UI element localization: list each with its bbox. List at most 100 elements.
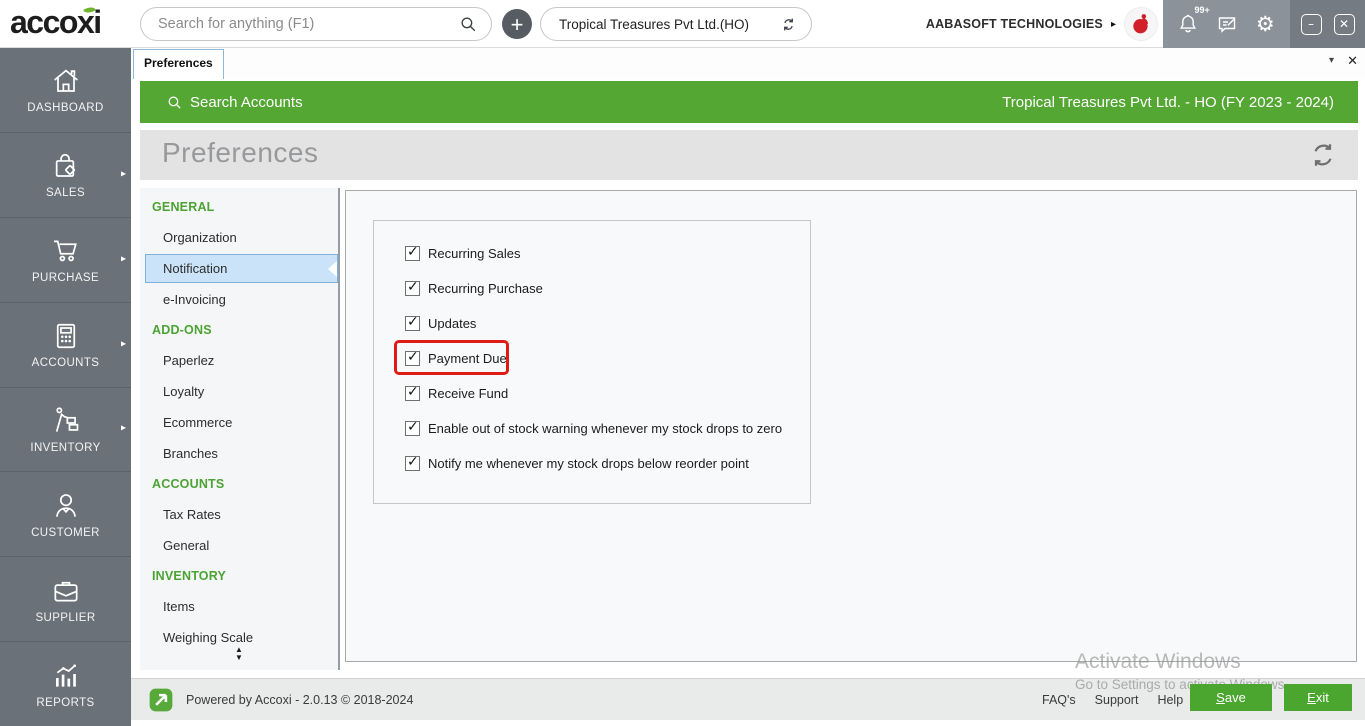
user-menu[interactable]: AABASOFT TECHNOLOGIES ▸ [926, 0, 1158, 48]
faqs-link[interactable]: FAQ's [1042, 693, 1076, 707]
checkbox-row-recurring-purchase: Recurring Purchase [374, 271, 810, 306]
hand-truck-icon [50, 405, 82, 437]
search-accounts-label: Search Accounts [190, 94, 303, 111]
title-band: Preferences [140, 130, 1358, 180]
nav-item-notification[interactable]: Notification [145, 254, 338, 283]
submenu-arrow-icon: ▸ [121, 423, 126, 434]
avatar [1124, 7, 1158, 41]
tab-strip: Preferences ▾ ✕ [131, 48, 1365, 79]
tab-list-dropdown-icon[interactable]: ▾ [1329, 55, 1334, 66]
notifications-bell-icon[interactable]: 99+ [1174, 10, 1202, 38]
nav-item-paperlez[interactable]: Paperlez [140, 345, 338, 376]
nav-item-loyalty[interactable]: Loyalty [140, 376, 338, 407]
sidebar: DASHBOARD SALES ▸ PURCHASE ▸ [0, 48, 131, 726]
tab-preferences[interactable]: Preferences [133, 49, 224, 79]
nav-section-accounts: ACCOUNTS [140, 469, 338, 499]
nav-section-add-ons: ADD-ONS [140, 315, 338, 345]
avatar-bird-icon [1128, 11, 1154, 37]
company-fiscal-year: Tropical Treasures Pvt Ltd. - HO (FY 202… [1002, 94, 1358, 111]
sidebar-item-purchase[interactable]: PURCHASE ▸ [0, 218, 131, 303]
exit-button[interactable]: Exit [1284, 684, 1352, 711]
sidebar-item-dashboard[interactable]: DASHBOARD [0, 48, 131, 133]
checkbox-row-recurring-sales: Recurring Sales [374, 236, 810, 271]
bar-chart-icon [50, 660, 82, 692]
chevron-right-icon: ▸ [1111, 19, 1116, 30]
close-window-icon[interactable]: ✕ [1334, 14, 1355, 35]
checkbox-row-reorder-point-notify: Notify me whenever my stock drops below … [374, 446, 810, 481]
tab-close-icon[interactable]: ✕ [1347, 53, 1358, 69]
reorder-point-notify-checkbox[interactable] [405, 456, 420, 471]
sidebar-item-customer[interactable]: CUSTOMER [0, 472, 131, 557]
submenu-arrow-icon: ▸ [121, 253, 126, 264]
topbar: accoxi + Tropical Treasures Pvt Ltd.(HO)… [0, 0, 1365, 48]
sidebar-item-inventory[interactable]: INVENTORY ▸ [0, 388, 131, 473]
sidebar-item-reports[interactable]: REPORTS [0, 642, 131, 726]
out-of-stock-warning-checkbox[interactable] [405, 421, 420, 436]
preferences-nav-list: GENERAL Organization Notification e-Invo… [140, 188, 338, 662]
green-header-bar: Search Accounts Tropical Treasures Pvt L… [140, 81, 1358, 123]
shopping-bag-icon [50, 150, 82, 182]
search-input[interactable] [141, 16, 459, 32]
page-title: Preferences [162, 137, 318, 169]
recurring-sales-checkbox[interactable] [405, 246, 420, 261]
search-accounts[interactable]: Search Accounts [140, 94, 303, 111]
payment-due-checkbox[interactable] [405, 351, 420, 366]
nav-item-e-invoicing[interactable]: e-Invoicing [140, 284, 338, 315]
app-window: accoxi + Tropical Treasures Pvt Ltd.(HO)… [0, 0, 1365, 726]
logo-text: acco [10, 4, 77, 40]
topbar-icon-tray: 99+ ⚙ [1163, 0, 1290, 48]
switch-company-icon [779, 15, 798, 34]
user-name: AABASOFT TECHNOLOGIES [926, 17, 1103, 31]
sidebar-item-supplier[interactable]: SUPPLIER [0, 557, 131, 642]
sidebar-item-sales[interactable]: SALES ▸ [0, 133, 131, 218]
refresh-icon[interactable] [1308, 140, 1338, 170]
checkbox-row-receive-fund: Receive Fund [374, 376, 810, 411]
powered-by-text: Powered by Accoxi - 2.0.13 © 2018-2024 [186, 679, 413, 721]
notification-settings-panel: Recurring Sales Recurring Purchase Updat… [345, 190, 1357, 662]
nav-section-general: GENERAL [140, 192, 338, 222]
footer-links: FAQ's Support Help [1042, 679, 1183, 721]
nav-section-inventory: INVENTORY [140, 561, 338, 591]
nav-item-organization[interactable]: Organization [140, 222, 338, 253]
company-selector-label: Tropical Treasures Pvt Ltd.(HO) [541, 17, 779, 32]
checkbox-row-out-of-stock-warning: Enable out of stock warning whenever my … [374, 411, 810, 446]
accoxi-footer-logo [148, 687, 174, 713]
checkbox-row-payment-due: Payment Due [374, 341, 810, 376]
preferences-nav: GENERAL Organization Notification e-Invo… [140, 188, 338, 670]
shopping-cart-icon [50, 235, 82, 267]
minimize-icon[interactable]: – [1301, 14, 1322, 35]
home-icon [50, 65, 82, 97]
nav-content-divider [338, 188, 340, 670]
person-icon [50, 490, 82, 522]
receive-fund-checkbox[interactable] [405, 386, 420, 401]
submenu-arrow-icon: ▸ [121, 168, 126, 179]
search-icon[interactable] [459, 15, 478, 34]
help-link[interactable]: Help [1157, 693, 1183, 707]
sidebar-item-accounts[interactable]: ACCOUNTS ▸ [0, 303, 131, 388]
nav-item-ecommerce[interactable]: Ecommerce [140, 407, 338, 438]
footer: Powered by Accoxi - 2.0.13 © 2018-2024 F… [131, 678, 1365, 720]
search-icon [166, 94, 183, 111]
briefcase-icon [50, 575, 82, 607]
nav-item-general[interactable]: General [140, 530, 338, 561]
nav-item-tax-rates[interactable]: Tax Rates [140, 499, 338, 530]
notification-checkbox-group: Recurring Sales Recurring Purchase Updat… [373, 220, 811, 504]
notification-badge: 99+ [1194, 5, 1209, 15]
nav-item-branches[interactable]: Branches [140, 438, 338, 469]
settings-gear-icon[interactable]: ⚙ [1251, 10, 1279, 38]
nav-item-items[interactable]: Items [140, 591, 338, 622]
calculator-icon [50, 320, 82, 352]
window-controls: – ✕ [1290, 0, 1365, 48]
add-button[interactable]: + [502, 9, 532, 39]
updates-checkbox[interactable] [405, 316, 420, 331]
checkbox-row-updates: Updates [374, 306, 810, 341]
submenu-arrow-icon: ▸ [121, 338, 126, 349]
company-selector[interactable]: Tropical Treasures Pvt Ltd.(HO) [540, 7, 812, 41]
global-search [140, 7, 492, 41]
support-link[interactable]: Support [1095, 693, 1139, 707]
messages-icon[interactable] [1213, 10, 1241, 38]
save-button[interactable]: Save [1190, 684, 1272, 711]
nav-scroll-spinner[interactable]: ▲▼ [140, 646, 338, 662]
accoxi-logo: accoxi [10, 4, 101, 41]
recurring-purchase-checkbox[interactable] [405, 281, 420, 296]
